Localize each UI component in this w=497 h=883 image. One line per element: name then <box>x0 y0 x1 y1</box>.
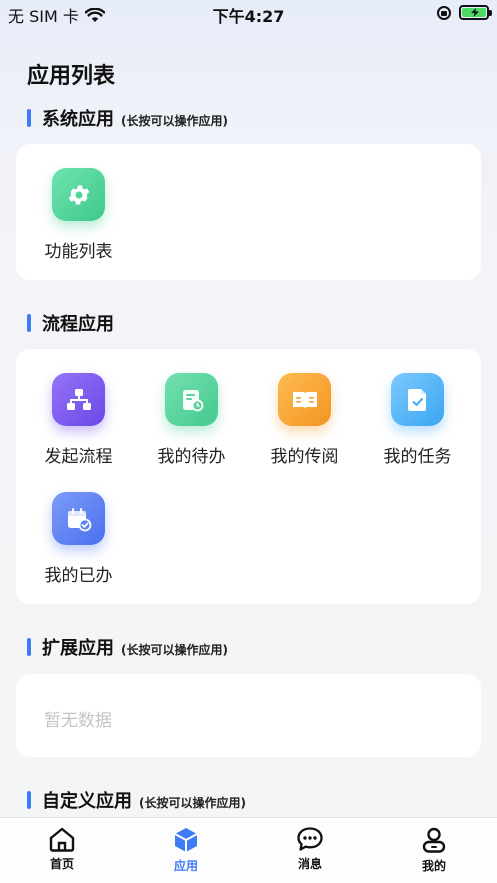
section-accent-bar <box>27 314 31 332</box>
app-label: 功能列表 <box>44 242 113 262</box>
tab-label: 我的 <box>421 859 446 873</box>
empty-state-text: 暂无数据 <box>44 711 112 731</box>
todo-doc-icon <box>165 373 218 426</box>
chat-bubble-icon <box>297 827 323 851</box>
profile-icon <box>422 827 446 853</box>
tab-apps[interactable]: 应用 <box>146 826 226 874</box>
app-function-list[interactable]: 功能列表 <box>22 168 135 262</box>
tab-home[interactable]: 首页 <box>22 826 102 872</box>
app-my-done[interactable]: 我的已办 <box>22 492 135 586</box>
open-book-icon <box>278 373 331 426</box>
section-hint: (长按可以操作应用) <box>121 643 228 657</box>
tab-label: 应用 <box>173 859 198 873</box>
tab-label: 消息 <box>297 857 322 871</box>
charging-bolt-icon <box>471 8 479 17</box>
app-my-todo[interactable]: 我的待办 <box>135 373 248 467</box>
section-header-custom: 自定义应用 (长按可以操作应用) <box>27 787 246 813</box>
tab-mine[interactable]: 我的 <box>394 826 474 874</box>
status-bar: 无 SIM 卡 下午4:27 <box>0 0 497 28</box>
section-header-system: 系统应用 (长按可以操作应用) <box>27 105 228 131</box>
cube-icon <box>174 828 198 852</box>
home-icon <box>49 827 75 852</box>
app-label: 我的待办 <box>157 447 226 467</box>
orientation-lock-icon <box>437 5 451 20</box>
task-file-icon <box>391 373 444 426</box>
app-label: 发起流程 <box>44 447 113 467</box>
process-apps-card: 发起流程 我的待办 我的传阅 我的任务 我的已办 <box>16 349 481 604</box>
section-hint: (长按可以操作应用) <box>139 796 246 810</box>
page-title: 应用列表 <box>27 64 116 89</box>
tab-label: 首页 <box>49 857 74 871</box>
app-start-process[interactable]: 发起流程 <box>22 373 135 467</box>
bottom-tab-bar: 首页 应用 消息 我的 <box>0 817 497 883</box>
app-my-tasks[interactable]: 我的任务 <box>361 373 474 467</box>
app-label: 我的已办 <box>44 566 113 586</box>
extension-apps-card: 暂无数据 <box>16 674 481 757</box>
section-header-extension: 扩展应用 (长按可以操作应用) <box>27 634 228 660</box>
section-header-process: 流程应用 <box>27 310 114 336</box>
section-title: 扩展应用 <box>42 638 114 659</box>
status-right <box>437 5 492 20</box>
app-label: 我的任务 <box>383 447 452 467</box>
section-accent-bar <box>27 638 31 656</box>
app-label: 我的传阅 <box>270 447 339 467</box>
section-title: 系统应用 <box>42 109 114 130</box>
tab-messages[interactable]: 消息 <box>270 826 350 872</box>
section-title: 流程应用 <box>42 314 114 335</box>
gear-icon <box>52 168 105 221</box>
section-accent-bar <box>27 109 31 127</box>
battery-icon <box>459 5 492 20</box>
flowchart-icon <box>52 373 105 426</box>
section-accent-bar <box>27 791 31 809</box>
section-hint: (长按可以操作应用) <box>121 114 228 128</box>
app-my-circulation[interactable]: 我的传阅 <box>248 373 361 467</box>
calendar-check-icon <box>52 492 105 545</box>
system-apps-card: 功能列表 <box>16 144 481 280</box>
section-title: 自定义应用 <box>42 791 132 812</box>
status-time: 下午4:27 <box>212 7 285 26</box>
